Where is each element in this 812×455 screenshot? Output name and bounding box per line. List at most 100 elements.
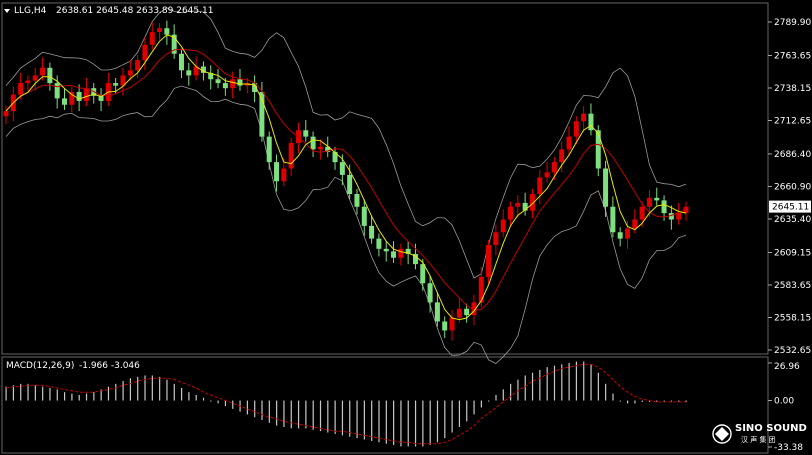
macd-histogram-bar — [429, 400, 431, 446]
macd-histogram-bar — [12, 385, 15, 401]
macd-histogram-bar — [627, 400, 629, 404]
candle-body — [676, 213, 682, 220]
candle-body — [274, 162, 280, 182]
candle-body — [164, 28, 170, 35]
macd-histogram-bar — [334, 400, 336, 434]
macd-histogram-bar — [480, 400, 482, 408]
macd-histogram-bar — [407, 400, 409, 447]
macd-histogram-bar — [458, 400, 461, 427]
macd-histogram-bar — [444, 400, 446, 439]
candle-body — [632, 219, 638, 229]
macd-histogram-bar — [641, 400, 643, 402]
macd-histogram-bar — [488, 400, 490, 402]
macd-histogram-bar — [115, 383, 117, 401]
candle-body — [61, 98, 67, 105]
candle-body — [157, 28, 163, 33]
candle-body — [332, 151, 338, 163]
candle-body — [610, 206, 616, 233]
candle-body — [420, 264, 426, 284]
macd-histogram-bar — [583, 361, 585, 401]
macd-histogram-bar — [341, 400, 344, 436]
macd-histogram-bar — [188, 392, 190, 401]
candle-body — [142, 44, 148, 61]
candle-body — [661, 200, 667, 214]
price-tick-label: 2712.65 — [774, 116, 811, 126]
candle-body — [551, 162, 557, 173]
price-tick-label: 2583.65 — [774, 281, 811, 291]
macd-histogram-bar — [349, 400, 351, 437]
macd-histogram-bar — [276, 400, 278, 426]
macd-histogram-bar — [561, 364, 563, 401]
candle-body — [3, 111, 9, 117]
candle-body — [135, 60, 141, 71]
macd-tick-label: -33.38 — [774, 443, 803, 453]
macd-histogram-bar — [495, 394, 497, 401]
macd-histogram-bar — [605, 383, 607, 401]
price-tick-label: 2686.40 — [774, 150, 811, 160]
macd-histogram-bar — [34, 385, 36, 401]
candle-body — [544, 172, 550, 178]
macd-histogram-bar — [42, 386, 44, 401]
macd-histogram-bar — [78, 394, 80, 401]
macd-histogram-bar — [436, 400, 439, 443]
candle-body — [537, 177, 543, 195]
macd-histogram-bar — [590, 364, 592, 401]
price-tick-label: 2763.65 — [774, 51, 811, 61]
macd-histogram-bar — [400, 400, 402, 447]
price-tick-label: 2609.15 — [774, 248, 811, 258]
macd-histogram-bar — [151, 375, 153, 401]
candle-body — [32, 75, 38, 81]
macd-histogram-bar — [290, 400, 292, 429]
macd-histogram-bar — [531, 372, 534, 401]
macd-histogram-bar — [122, 381, 124, 401]
macd-histogram-bar — [502, 389, 504, 401]
candle-body — [347, 174, 353, 195]
candle-body — [581, 113, 587, 122]
candle-body — [464, 308, 470, 316]
macd-histogram-bar — [363, 400, 365, 440]
candle-body — [515, 202, 521, 207]
macd-histogram-bar — [63, 392, 66, 401]
candle-body — [237, 79, 243, 86]
candle-body — [303, 130, 309, 137]
candle-body — [573, 121, 579, 137]
chart-canvas: 2789.90 2763.65 2738.15 2712.65 2686.40 2660.… — [0, 0, 812, 455]
candle-body — [376, 238, 382, 249]
candle-body — [361, 206, 367, 226]
macd-histogram-bar — [393, 400, 395, 446]
macd-histogram-bar — [173, 383, 175, 401]
candle-body — [603, 168, 609, 207]
candle-body — [215, 79, 221, 84]
macd-histogram-bar — [473, 400, 475, 415]
candle-body — [617, 232, 623, 239]
macd-histogram-bar — [356, 400, 358, 439]
macd-histogram-bar — [129, 378, 132, 401]
macd-histogram-bar — [180, 388, 183, 401]
candle-body — [281, 168, 287, 182]
macd-histogram-bar — [619, 400, 621, 402]
macd-tick-label: 26.96 — [774, 362, 800, 372]
macd-label: MACD(12,26,9) — [6, 361, 74, 371]
candle-body — [639, 206, 645, 220]
ohlc-label: 2638.61 2645.48 2633.89 2645.11 — [56, 6, 213, 16]
candle-body — [113, 83, 119, 86]
macd-histogram-bar — [202, 397, 205, 401]
price-tick-label: 2660.90 — [774, 182, 811, 192]
macd-values: -1.966 -3.046 — [79, 361, 140, 371]
macd-histogram-bar — [246, 400, 248, 415]
candle-body — [493, 232, 499, 246]
price-tick-label: 2789.90 — [774, 18, 811, 28]
macd-histogram-bar — [634, 400, 636, 404]
chart-background — [0, 0, 812, 455]
candle-body — [369, 225, 375, 239]
macd-histogram-bar — [546, 367, 548, 401]
macd-histogram-bar — [297, 400, 300, 429]
macd-histogram-bar — [27, 383, 29, 401]
macd-histogram-bar — [663, 400, 665, 402]
macd-histogram-bar — [451, 400, 453, 433]
macd-histogram-bar — [283, 400, 285, 427]
macd-histogram-bar — [327, 400, 329, 433]
macd-histogram-bar — [371, 400, 373, 441]
candle-body — [625, 228, 631, 239]
macd-histogram-bar — [217, 400, 219, 404]
